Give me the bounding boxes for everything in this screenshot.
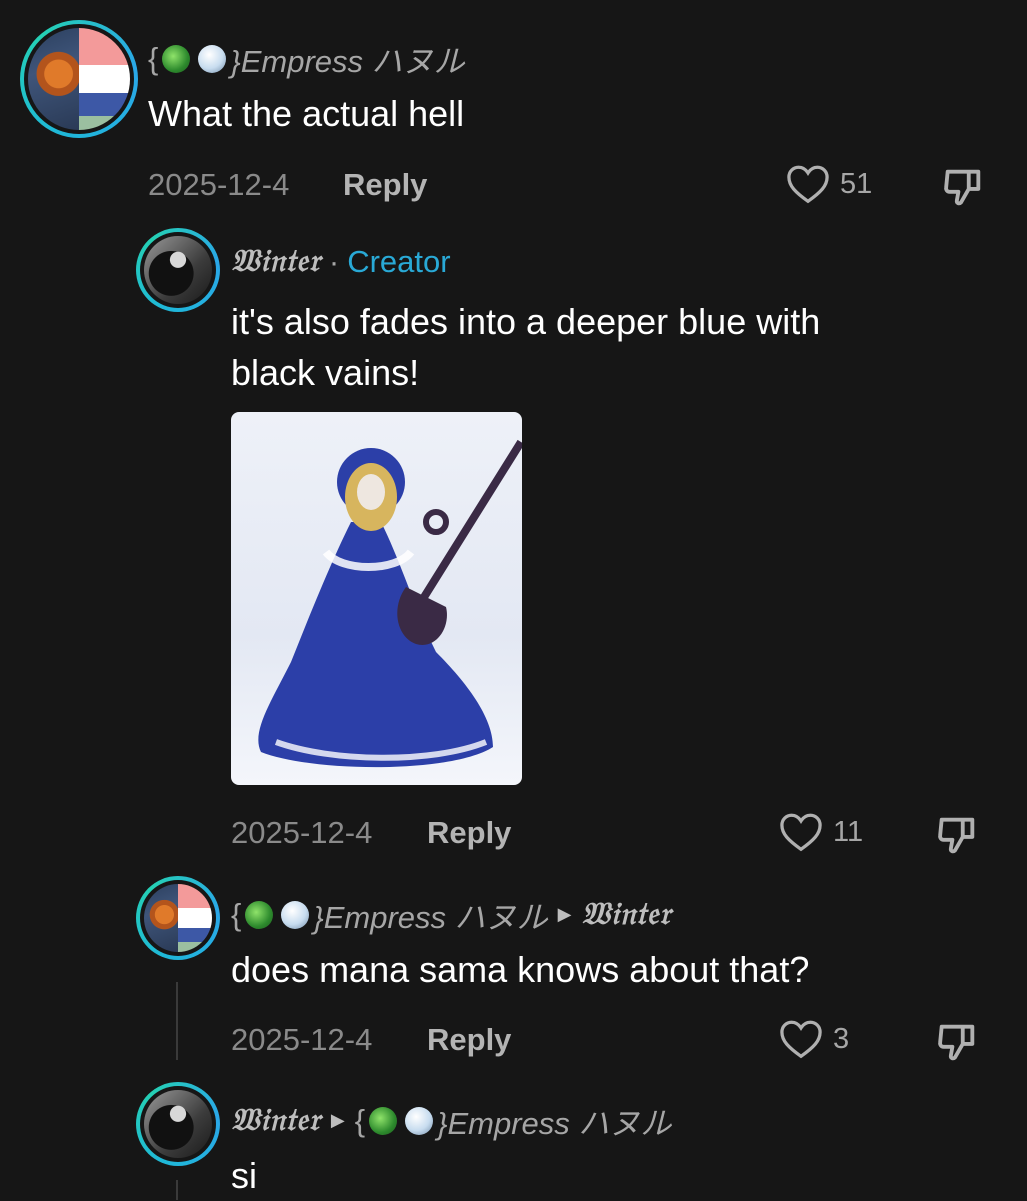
like-button[interactable]: 3	[779, 1019, 849, 1059]
like-button[interactable]: 51	[786, 164, 872, 204]
comment-text: does mana sama knows about that?	[231, 949, 810, 990]
dislike-button[interactable]	[934, 1019, 980, 1070]
profile-photo	[144, 1090, 212, 1158]
tiger-image	[28, 28, 79, 130]
reply-arrow-icon: ▶	[330, 1110, 345, 1130]
dislike-button[interactable]	[940, 164, 986, 215]
comment-author[interactable]: 𝔚𝔦𝔫𝔱𝔢𝔯 · Creator	[231, 243, 451, 280]
avatar-winter[interactable]	[136, 228, 220, 312]
reply-button[interactable]: Reply	[427, 815, 511, 851]
avatar-empress[interactable]	[136, 876, 220, 960]
avatar-winter[interactable]	[136, 1082, 220, 1166]
comment-date: 2025-12-4	[231, 815, 373, 850]
profile-photo	[144, 236, 212, 304]
like-button[interactable]: 11	[779, 812, 863, 852]
gothic-dress-guitar-photo	[258, 439, 522, 768]
like-count: 3	[833, 1022, 850, 1055]
thumbs-down-icon	[938, 817, 975, 854]
reply-button[interactable]: Reply	[427, 1022, 511, 1058]
thumbs-down-icon	[938, 1024, 975, 1061]
comment-author[interactable]: { }Empress ハヌル	[148, 36, 465, 81]
dragon-emoji-icon	[162, 44, 191, 73]
attached-image[interactable]	[231, 412, 522, 785]
heart-icon	[787, 165, 829, 204]
crystal-ball-emoji-icon	[281, 900, 310, 929]
thumbs-down-icon	[944, 169, 981, 206]
comment-date: 2025-12-4	[148, 167, 290, 202]
heart-icon	[780, 813, 822, 852]
like-count: 51	[840, 167, 873, 200]
thread-line	[176, 1180, 178, 1200]
dragon-emoji-icon	[245, 900, 274, 929]
comment-text: si	[231, 1155, 257, 1196]
avatar-empress[interactable]	[20, 20, 138, 138]
comment-author[interactable]: 𝔚𝔦𝔫𝔱𝔢𝔯 ▶ { }Empress ハヌル	[231, 1098, 671, 1143]
thread-line	[176, 982, 178, 1060]
comment-author[interactable]: { }Empress ハヌル ▶ 𝔚𝔦𝔫𝔱𝔢𝔯	[231, 892, 671, 937]
dragon-emoji-icon	[369, 1106, 398, 1135]
heart-icon	[780, 1020, 822, 1059]
comment-date: 2025-12-4	[231, 1022, 373, 1057]
dislike-button[interactable]	[934, 812, 980, 863]
crystal-ball-emoji-icon	[198, 44, 227, 73]
like-count: 11	[833, 815, 864, 848]
crystal-ball-emoji-icon	[405, 1106, 434, 1135]
reply-arrow-icon: ▶	[557, 904, 572, 924]
tiger-image	[144, 884, 178, 952]
comment-text: it's also fades into a deeper blue with …	[231, 301, 821, 393]
creator-badge: Creator	[347, 243, 451, 279]
comment-text: What the actual hell	[148, 93, 465, 134]
reply-button[interactable]: Reply	[343, 167, 427, 203]
